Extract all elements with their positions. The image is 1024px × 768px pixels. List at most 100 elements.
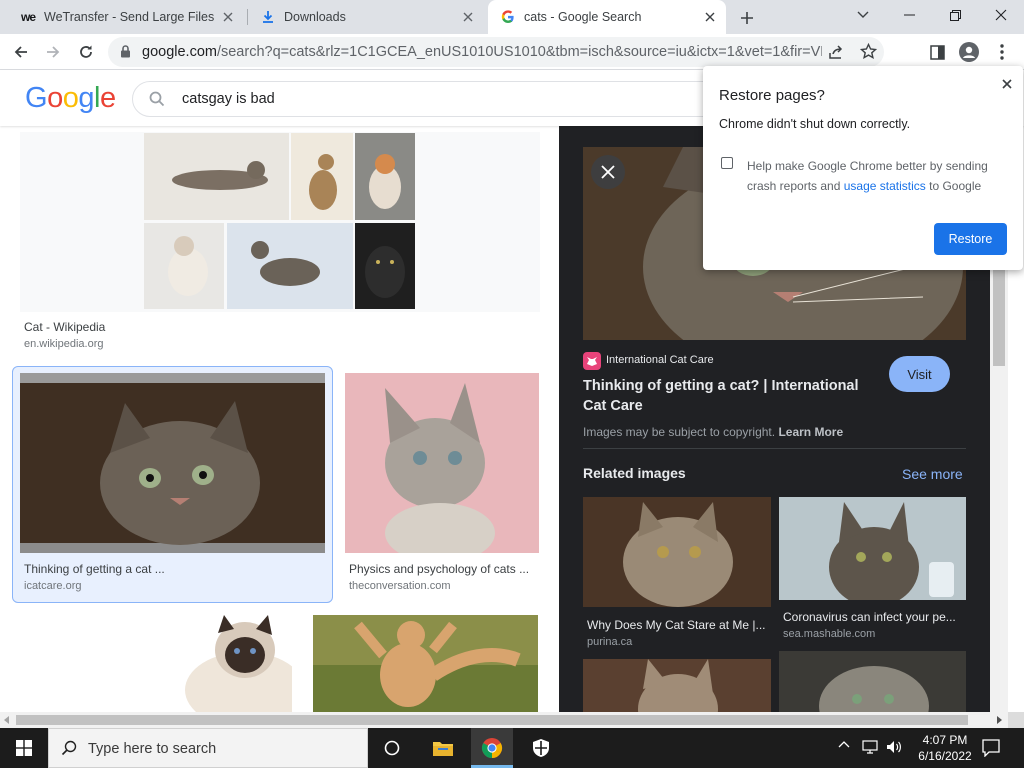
panel-title-line: Thinking of getting a cat? | Internation… xyxy=(583,378,859,394)
share-icon[interactable] xyxy=(828,44,844,60)
close-dialog-button[interactable] xyxy=(999,76,1015,92)
checkbox-text: Help make Google Chrome better by sendin… xyxy=(747,159,988,173)
result-domain[interactable]: icatcare.org xyxy=(24,580,81,592)
notification-icon[interactable] xyxy=(982,739,1000,757)
scroll-left-arrow-icon[interactable] xyxy=(4,716,10,724)
minimize-button[interactable] xyxy=(886,0,932,30)
chrome-taskbar-button[interactable] xyxy=(471,728,513,768)
result-domain[interactable]: en.wikipedia.org xyxy=(24,338,104,350)
network-icon[interactable] xyxy=(862,740,878,754)
tab-wetransfer[interactable]: we WeTransfer - Send Large Files & xyxy=(10,0,244,34)
windows-taskbar: Type here to search 4:07 PM 6/16/2022 xyxy=(0,728,1024,768)
restore-window-icon xyxy=(949,9,961,21)
horizontal-scrollbar[interactable] xyxy=(0,712,1008,728)
tab-google-search[interactable]: cats - Google Search xyxy=(488,0,726,34)
logo-letter: e xyxy=(99,82,116,114)
new-tab-button[interactable] xyxy=(736,7,758,29)
url-host: google.com xyxy=(142,44,217,60)
chrome-menu-button[interactable] xyxy=(989,39,1015,65)
horizontal-scrollbar-thumb[interactable] xyxy=(16,715,968,725)
crash-report-checkbox[interactable] xyxy=(721,157,733,169)
side-panel-button[interactable] xyxy=(924,39,950,65)
taskbar-search-box[interactable]: Type here to search xyxy=(48,728,368,768)
result-thumbnail-theconversation[interactable] xyxy=(345,373,539,553)
usage-statistics-link[interactable]: usage statistics xyxy=(844,179,926,193)
close-window-button[interactable] xyxy=(978,0,1024,30)
forward-button[interactable] xyxy=(40,39,66,65)
panel-title[interactable]: Thinking of getting a cat? | Internation… xyxy=(583,376,859,416)
url-text[interactable]: google.com/search?q=cats&rlz=1C1GCEA_enU… xyxy=(142,44,822,60)
learn-more-link[interactable]: Learn More xyxy=(778,425,843,439)
restore-button[interactable]: Restore xyxy=(934,223,1007,255)
arrow-left-icon xyxy=(14,46,27,58)
related-image[interactable] xyxy=(779,651,966,712)
scroll-right-arrow-icon[interactable] xyxy=(996,716,1002,724)
related-caption[interactable]: Why Does My Cat Stare at Me |... xyxy=(587,618,766,632)
related-domain[interactable]: purina.ca xyxy=(587,636,632,648)
search-box[interactable]: catsgay is bad xyxy=(132,81,732,117)
result-caption[interactable]: Cat - Wikipedia xyxy=(24,320,105,334)
arrow-right-icon xyxy=(47,46,60,58)
shield-icon xyxy=(533,739,549,757)
tab-downloads[interactable]: Downloads xyxy=(250,0,484,34)
volume-icon[interactable] xyxy=(886,739,902,755)
result-thumbnail-himalayan[interactable] xyxy=(20,615,292,712)
file-explorer-button[interactable] xyxy=(422,728,464,768)
kitten-pink-bg-image xyxy=(345,373,539,553)
related-image-mashable[interactable] xyxy=(779,497,966,600)
vertical-scrollbar-thumb[interactable] xyxy=(993,270,1005,366)
panel-source[interactable]: International Cat Care xyxy=(606,354,714,366)
related-image[interactable] xyxy=(583,659,771,712)
jumping-cat-image xyxy=(313,615,538,712)
wetransfer-logo-icon: we xyxy=(20,10,36,24)
see-more-link[interactable]: See more xyxy=(902,466,963,482)
result-thumbnail-wikipedia[interactable] xyxy=(20,132,540,312)
result-thumbnail-jumping-cat[interactable] xyxy=(313,615,538,712)
tab-separator xyxy=(247,9,248,25)
result-caption[interactable]: Physics and psychology of cats ... xyxy=(349,562,529,576)
copyright-notice: Images may be subject to copyright. Lear… xyxy=(583,425,843,439)
bookmark-star-icon[interactable] xyxy=(860,43,877,60)
profile-button[interactable] xyxy=(956,39,982,65)
clock-time: 4:07 PM xyxy=(922,733,968,747)
tab-search-button[interactable] xyxy=(840,0,886,30)
reload-icon xyxy=(80,45,92,58)
logo-letter: o xyxy=(62,82,79,114)
result-caption[interactable]: Thinking of getting a cat ... xyxy=(24,562,165,576)
related-domain[interactable]: sea.mashable.com xyxy=(783,628,875,640)
related-image-purina[interactable] xyxy=(583,497,771,607)
address-bar[interactable]: google.com/search?q=cats&rlz=1C1GCEA_enU… xyxy=(108,37,884,67)
restore-window-button[interactable] xyxy=(932,0,978,30)
visit-button[interactable]: Visit xyxy=(889,356,950,392)
himalayan-cat-image xyxy=(20,615,292,712)
task-view-button[interactable] xyxy=(371,728,413,768)
close-preview-button[interactable] xyxy=(591,155,625,189)
close-icon xyxy=(995,9,1007,21)
download-icon xyxy=(260,9,276,25)
panel-title-line: Cat Care xyxy=(583,398,643,414)
back-button[interactable] xyxy=(8,39,34,65)
security-taskbar-button[interactable] xyxy=(520,728,562,768)
chevron-up-icon[interactable] xyxy=(838,740,850,748)
avatar-icon xyxy=(959,42,979,62)
search-icon xyxy=(61,740,77,756)
cat-collage-image xyxy=(144,133,415,309)
result-thumbnail-icatcare[interactable] xyxy=(20,373,325,553)
close-tab-icon[interactable] xyxy=(220,9,236,25)
result-domain[interactable]: theconversation.com xyxy=(349,580,451,592)
cortana-circle-icon xyxy=(384,740,400,756)
search-input[interactable]: catsgay is bad xyxy=(182,91,275,107)
close-icon xyxy=(1002,79,1012,89)
close-tab-icon[interactable] xyxy=(460,9,476,25)
clock[interactable]: 4:07 PM 6/16/2022 xyxy=(912,732,978,764)
reload-button[interactable] xyxy=(73,39,99,65)
tab-title: cats - Google Search xyxy=(524,10,642,24)
kitten-image xyxy=(20,373,325,553)
start-button[interactable] xyxy=(0,728,48,768)
close-icon xyxy=(601,165,615,179)
lock-icon[interactable] xyxy=(120,45,131,58)
folder-icon xyxy=(433,742,453,756)
close-tab-icon[interactable] xyxy=(702,9,718,25)
related-caption[interactable]: Coronavirus can infect your pe... xyxy=(783,610,956,624)
google-logo[interactable]: Google xyxy=(25,82,116,115)
